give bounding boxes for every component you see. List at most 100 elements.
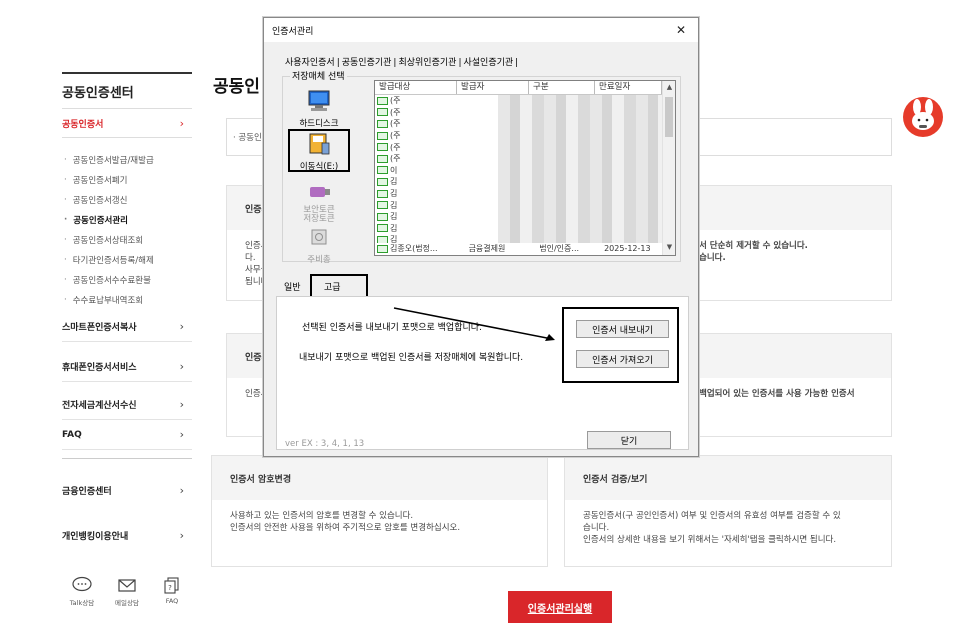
scrollbar[interactable]: ▲ ▼ bbox=[662, 81, 675, 255]
column-issuer[interactable]: 발급자 bbox=[457, 81, 529, 94]
rabbit-icon bbox=[912, 99, 934, 130]
column-expiry[interactable]: 만료일자 bbox=[595, 81, 662, 94]
card-body: 사용하고 있는 인증서의 암호를 변경할 수 있습니다. 인증서의 안전한 사용… bbox=[212, 500, 547, 544]
talk-consult-button[interactable]: Talk상담 bbox=[62, 576, 102, 607]
certificate-icon bbox=[377, 143, 388, 152]
sidebar-section-label: 전자세금계산서수신 bbox=[62, 401, 137, 411]
tab-user-cert[interactable]: 사용자인증서 bbox=[284, 58, 336, 68]
storage-group-label: 저장매체 선택 bbox=[290, 69, 347, 82]
sidebar-subitem[interactable]: 공동인증서갱신 bbox=[64, 190, 194, 210]
mail-consult-button[interactable]: 메일상담 bbox=[107, 576, 147, 607]
redacted-area bbox=[498, 95, 668, 243]
sidebar-section[interactable]: FAQ › bbox=[62, 420, 192, 450]
sidebar-section-label: FAQ bbox=[62, 429, 82, 440]
scroll-down-icon[interactable]: ▼ bbox=[663, 243, 675, 251]
certificate-icon bbox=[377, 119, 388, 128]
table-row[interactable]: 김종오(법정... 금융결제원 법인/인증... 2025-12-13 bbox=[375, 243, 663, 255]
card-header: 인증서 검증/보기 bbox=[565, 456, 891, 500]
cert-list-header: 발급대상 발급자 구분 만료일자 bbox=[375, 81, 675, 95]
column-type[interactable]: 구분 bbox=[529, 81, 595, 94]
footer-icon-label: FAQ bbox=[165, 597, 179, 605]
chip-icon bbox=[311, 229, 327, 245]
sidebar-subitem[interactable]: 수수료납부내역조회 bbox=[64, 290, 194, 310]
page-root: 공동인증센터 공동인증서 › 공동인증서발급/재발급공동인증서폐기공동인증서갱신… bbox=[0, 0, 966, 632]
sidebar-subitem[interactable]: 공동인증서수수료환불 bbox=[64, 270, 194, 290]
chatbot-mascot-icon[interactable] bbox=[903, 97, 943, 137]
media-chip[interactable]: 주비총 bbox=[288, 228, 350, 265]
cell-subject: (주 bbox=[390, 96, 401, 106]
import-description: 내보내기 포맷으로 백업된 인증서를 저장매체에 복원합니다. bbox=[299, 353, 524, 363]
sidebar-section-label: 스마트폰인증서복사 bbox=[62, 323, 137, 333]
media-removable[interactable]: 이동식(E:) bbox=[288, 129, 350, 172]
tab-separator: | bbox=[515, 58, 519, 68]
tab-general[interactable]: 일반 bbox=[284, 280, 301, 293]
sidebar-section[interactable]: 개인뱅킹이용안내 › bbox=[62, 520, 192, 550]
cell-subject: (주 bbox=[390, 131, 401, 141]
footer-icon-label: 메일상담 bbox=[115, 599, 139, 607]
cell-subject: 김 bbox=[390, 212, 398, 222]
tab-root-ca[interactable]: 최상위인증기관 bbox=[397, 58, 457, 68]
sidebar-item-certificate[interactable]: 공동인증서 › bbox=[62, 108, 192, 138]
media-harddisk[interactable]: 하드디스크 bbox=[288, 90, 350, 129]
cert-type-tabs: 사용자인증서 | 공동인증기관 | 최상위인증기관 | 사설인증기관 | bbox=[284, 55, 519, 68]
card-line: 사용하고 있는 인증서의 암호를 변경할 수 있습니다. bbox=[230, 511, 414, 521]
media-security-token[interactable]: 보안토큰 저장토큰 bbox=[288, 183, 350, 224]
tab-private-ca[interactable]: 사설인증기관 bbox=[462, 58, 514, 68]
faq-icon: ? bbox=[164, 577, 179, 594]
certificate-icon bbox=[377, 166, 388, 175]
tab-public-ca[interactable]: 공동인증기관 bbox=[341, 58, 393, 68]
cert-list[interactable]: 발급대상 발급자 구분 만료일자 (주 (주 (주 (주 (주 (주 이 김 김 김 김 김 김 김종오… bbox=[374, 80, 676, 256]
cell-subject: (주 bbox=[390, 142, 401, 152]
version-text: ver EX : 3, 4, 1, 13 bbox=[285, 439, 365, 449]
scroll-up-icon[interactable]: ▲ bbox=[663, 83, 675, 91]
sidebar-subitem[interactable]: 공동인증서폐기 bbox=[64, 170, 194, 190]
run-cert-manager-button[interactable]: 인증서관리실행 bbox=[508, 591, 612, 623]
chevron-right-icon: › bbox=[179, 398, 184, 411]
media-label: 하드디스크 bbox=[299, 119, 339, 129]
chevron-right-icon: › bbox=[179, 428, 184, 441]
certificate-icon bbox=[377, 201, 388, 210]
sidebar-section[interactable]: 전자세금계산서수신 › bbox=[62, 390, 192, 420]
sidebar-subitem[interactable]: 공동인증서관리 bbox=[64, 210, 194, 230]
sidebar-subitem[interactable]: 공동인증서발급/재발급 bbox=[64, 150, 194, 170]
page-title: 공동인 bbox=[213, 77, 260, 97]
card-body: 공동인증서(구 공인인증서) 여부 및 인증서의 유효성 여부를 검증할 수 있… bbox=[565, 500, 891, 556]
sidebar-subitem[interactable]: 타기관인증서등록/해제 bbox=[64, 250, 194, 270]
chat-bubble-icon bbox=[72, 576, 92, 592]
dialog-titlebar[interactable]: 인증서관리 ✕ bbox=[264, 18, 698, 42]
sidebar-subitem[interactable]: 공동인증서상태조회 bbox=[64, 230, 194, 250]
certificate-icon bbox=[377, 131, 388, 140]
import-cert-button[interactable]: 인증서 가져오기 bbox=[576, 350, 669, 368]
sidebar-title: 공동인증센터 bbox=[62, 72, 192, 101]
certificate-icon bbox=[377, 212, 388, 221]
certificate-icon bbox=[377, 189, 388, 198]
cell-subject: (주 bbox=[390, 154, 401, 164]
column-subject[interactable]: 발급대상 bbox=[375, 81, 457, 94]
faq-button[interactable]: ? FAQ bbox=[152, 576, 192, 607]
cell-type: 법인/인증... bbox=[539, 244, 580, 254]
cell-subject: 김 bbox=[390, 177, 398, 187]
sidebar-section[interactable]: 휴대폰인증서서비스 › bbox=[62, 352, 192, 382]
cell-subject: 이 bbox=[390, 165, 398, 175]
mail-icon bbox=[118, 579, 136, 592]
card-line: 백업되어 있는 인증서를 사용 가능한 인증서 bbox=[699, 389, 855, 399]
scroll-thumb[interactable] bbox=[665, 97, 673, 137]
cell-subject: (주 bbox=[390, 107, 401, 117]
tab-separator: | bbox=[336, 58, 340, 68]
certificate-icon bbox=[377, 224, 388, 233]
close-icon[interactable]: ✕ bbox=[672, 23, 690, 37]
sidebar-section[interactable]: 금융인증센터 › bbox=[62, 475, 192, 505]
sidebar-section[interactable]: 스마트폰인증서복사 › bbox=[62, 312, 192, 342]
close-button[interactable]: 닫기 bbox=[587, 431, 671, 449]
card-line: 서 단순히 제거할 수 있습니다. bbox=[699, 241, 808, 251]
chevron-right-icon: › bbox=[179, 528, 184, 542]
export-cert-button[interactable]: 인증서 내보내기 bbox=[576, 320, 669, 338]
sidebar-section-label: 개인뱅킹이용안내 bbox=[62, 531, 129, 542]
cell-subject: 김종오(법정... bbox=[390, 244, 438, 254]
sidebar-section-label: 금융인증센터 bbox=[62, 486, 112, 497]
usb-token-icon bbox=[310, 187, 330, 197]
removable-disk-icon bbox=[309, 133, 330, 155]
cell-expiry: 2025-12-13 bbox=[604, 244, 651, 254]
cert-manager-dialog: 인증서관리 ✕ 사용자인증서 | 공동인증기관 | 최상위인증기관 | 사설인증기관 | 저장… bbox=[263, 17, 699, 457]
card-header: 인증서 암호변경 bbox=[212, 456, 547, 500]
